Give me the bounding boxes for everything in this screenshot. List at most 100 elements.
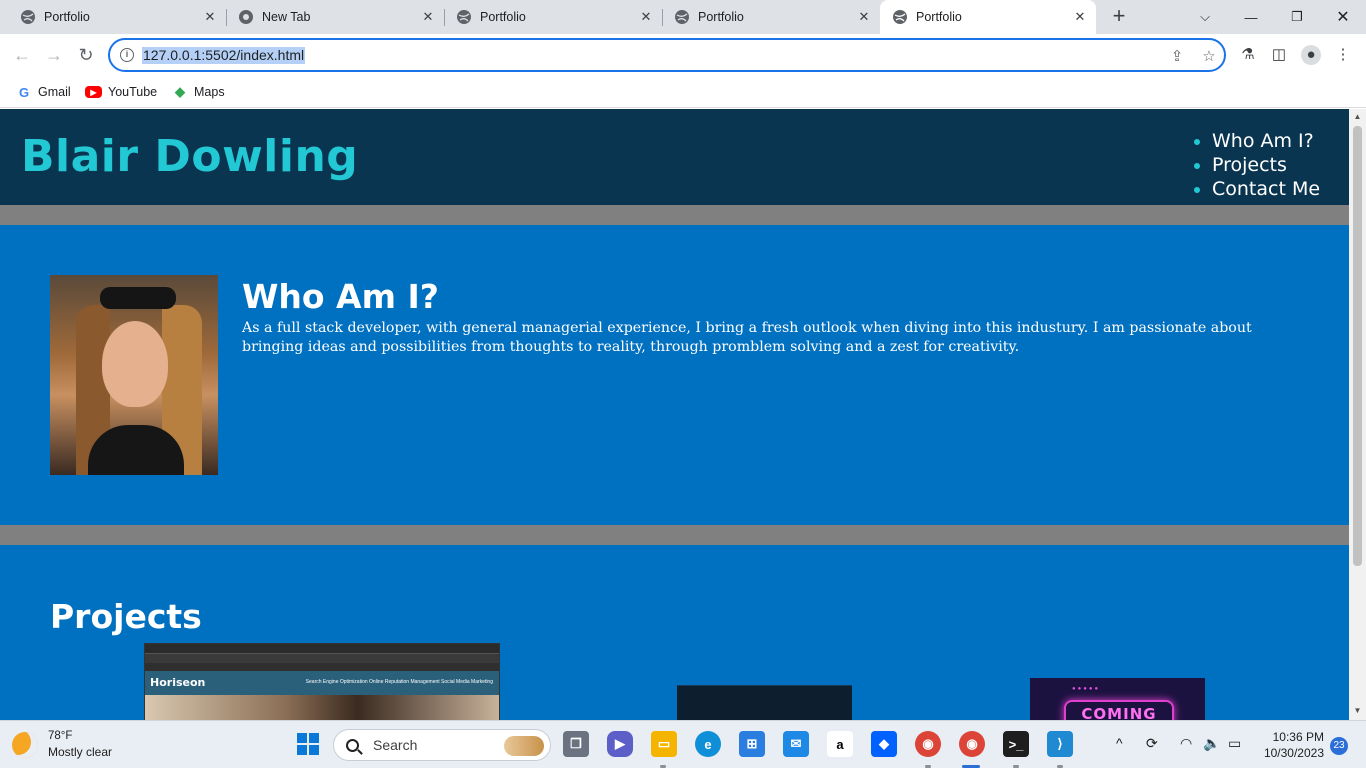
edge-browser-icon[interactable]: e: [695, 731, 721, 757]
tab-portfolio-1[interactable]: Portfolio ✕: [0, 0, 226, 34]
maps-icon: ◆: [175, 84, 185, 99]
tab-portfolio-3[interactable]: Portfolio ✕: [662, 0, 880, 34]
weather-desc: Mostly clear: [48, 745, 113, 759]
chrome-profile-app-icon[interactable]: ◉: [959, 731, 985, 757]
mail-icon[interactable]: ✉: [783, 731, 809, 757]
chrome-app-icon[interactable]: ◉: [915, 731, 941, 757]
reload-icon[interactable]: ↻: [75, 44, 97, 66]
bookmark-maps[interactable]: ◆ Maps: [172, 82, 225, 102]
labs-flask-icon[interactable]: ⚗: [1238, 45, 1258, 65]
tab-title: Portfolio: [44, 10, 90, 24]
notification-badge[interactable]: 23: [1330, 737, 1348, 755]
tab-search-chevron-icon[interactable]: ⌵: [1182, 0, 1228, 34]
scroll-up-arrow-icon[interactable]: ▲: [1353, 112, 1362, 122]
taskbar-search[interactable]: Search: [333, 729, 551, 761]
section-divider: [0, 525, 1349, 545]
bookmark-youtube[interactable]: ▶ YouTube: [85, 82, 157, 102]
site-header: Blair Dowling Who Am I? Projects Contact…: [0, 109, 1349, 205]
close-window-button[interactable]: ✕: [1320, 0, 1366, 34]
teams-chat-icon[interactable]: ▶: [607, 731, 633, 757]
section-divider: [0, 205, 1349, 225]
project-thumbnail-coming-soon[interactable]: ●●●●● COMING: [1030, 678, 1205, 720]
nav-link-contact-me[interactable]: Contact Me: [1190, 177, 1320, 201]
nav-link-who-am-i[interactable]: Who Am I?: [1190, 129, 1320, 153]
new-tab-button[interactable]: +: [1108, 5, 1130, 28]
tab-portfolio-active[interactable]: Portfolio ✕: [880, 0, 1096, 34]
tab-title: New Tab: [262, 10, 311, 24]
share-icon[interactable]: ⇪: [1168, 48, 1186, 66]
search-highlight-art: [504, 736, 544, 756]
tray-chevron-icon[interactable]: ^: [1116, 735, 1123, 751]
close-tab-icon[interactable]: ✕: [638, 9, 654, 25]
bookmark-label: Gmail: [38, 85, 71, 99]
about-heading: Who Am I?: [242, 277, 439, 316]
close-tab-icon[interactable]: ✕: [420, 9, 436, 25]
microsoft-store-icon[interactable]: ⊞: [739, 731, 765, 757]
tab-title: Portfolio: [916, 10, 962, 24]
youtube-icon: ▶: [85, 86, 102, 98]
wifi-icon[interactable]: ◠: [1180, 735, 1192, 752]
bookmark-label: Maps: [194, 85, 225, 99]
page-scrollbar[interactable]: ▲ ▼: [1349, 109, 1366, 720]
close-tab-icon[interactable]: ✕: [202, 9, 218, 25]
weather-widget[interactable]: 78°F Mostly clear: [12, 729, 112, 760]
project-brand: Horiseon: [150, 676, 206, 689]
globe-icon: [893, 10, 907, 24]
address-bar[interactable]: i 127.0.0.1:5502/index.html ⇪ ☆: [108, 38, 1226, 72]
site-title: Blair Dowling: [21, 131, 359, 182]
bookmark-gmail[interactable]: G Gmail: [16, 82, 71, 102]
info-icon[interactable]: i: [120, 48, 134, 62]
project-thumbnail-horiseon[interactable]: Horiseon Search Engine Optimization Onli…: [144, 643, 500, 720]
minimize-button[interactable]: —: [1228, 0, 1274, 34]
tab-title: Portfolio: [698, 10, 744, 24]
close-tab-icon[interactable]: ✕: [856, 9, 872, 25]
taskbar-clock[interactable]: 10:36 PM 10/30/2023: [1258, 729, 1324, 761]
clock-date: 10/30/2023: [1263, 746, 1324, 760]
battery-icon[interactable]: ▭: [1228, 735, 1241, 752]
search-label: Search: [373, 737, 418, 753]
scroll-down-arrow-icon[interactable]: ▼: [1353, 706, 1362, 716]
volume-icon[interactable]: 🔈: [1203, 735, 1220, 752]
chrome-icon: [239, 10, 253, 24]
terminal-icon[interactable]: >_: [1003, 731, 1029, 757]
tab-title: Portfolio: [480, 10, 526, 24]
project-nav-text: Search Engine Optimization Online Reputa…: [305, 679, 493, 685]
back-arrow-icon[interactable]: ←: [11, 44, 33, 66]
side-panel-icon[interactable]: ◫: [1269, 45, 1289, 65]
nav-link-projects[interactable]: Projects: [1190, 153, 1320, 177]
taskbar: 78°F Mostly clear Search ❐ ▶ ▭ e ⊞ ✉ a ◆…: [0, 720, 1366, 768]
vscode-icon[interactable]: ⟩: [1047, 731, 1073, 757]
forward-arrow-icon[interactable]: →: [43, 44, 65, 66]
tab-portfolio-2[interactable]: Portfolio ✕: [444, 0, 662, 34]
file-explorer-icon[interactable]: ▭: [651, 731, 677, 757]
dropbox-icon[interactable]: ◆: [871, 731, 897, 757]
profile-photo: [50, 275, 218, 475]
url-text[interactable]: 127.0.0.1:5502/index.html: [142, 47, 306, 64]
globe-icon: [21, 10, 35, 24]
scrollbar-thumb[interactable]: [1353, 126, 1362, 566]
site-nav: Who Am I? Projects Contact Me: [1190, 129, 1320, 201]
project-thumbnail-2[interactable]: [677, 685, 852, 720]
menu-kebab-icon[interactable]: ⋮: [1333, 45, 1353, 65]
globe-icon: [457, 10, 471, 24]
amazon-icon[interactable]: a: [827, 731, 853, 757]
profile-avatar-icon[interactable]: ●: [1301, 45, 1321, 65]
restore-button[interactable]: ❐: [1274, 0, 1320, 34]
bookmarks-bar: G Gmail ▶ YouTube ◆ Maps: [0, 76, 1366, 108]
windows-start-icon[interactable]: [295, 731, 321, 757]
globe-icon: [675, 10, 689, 24]
weather-temp: 78°F: [48, 730, 73, 742]
bookmark-star-icon[interactable]: ☆: [1200, 48, 1218, 66]
bookmark-label: YouTube: [108, 85, 158, 99]
coming-sign: COMING: [1064, 700, 1174, 720]
task-view-icon[interactable]: ❐: [563, 731, 589, 757]
google-icon: G: [18, 84, 30, 100]
search-icon: [346, 738, 359, 752]
clock-time: 10:36 PM: [1272, 730, 1324, 744]
projects-heading: Projects: [50, 597, 202, 636]
neon-dots: ●●●●●: [1072, 686, 1101, 692]
moon-icon: [12, 731, 38, 758]
close-tab-icon[interactable]: ✕: [1072, 9, 1088, 25]
tab-new-tab[interactable]: New Tab ✕: [226, 0, 444, 34]
sync-icon[interactable]: ⟳: [1146, 735, 1158, 752]
